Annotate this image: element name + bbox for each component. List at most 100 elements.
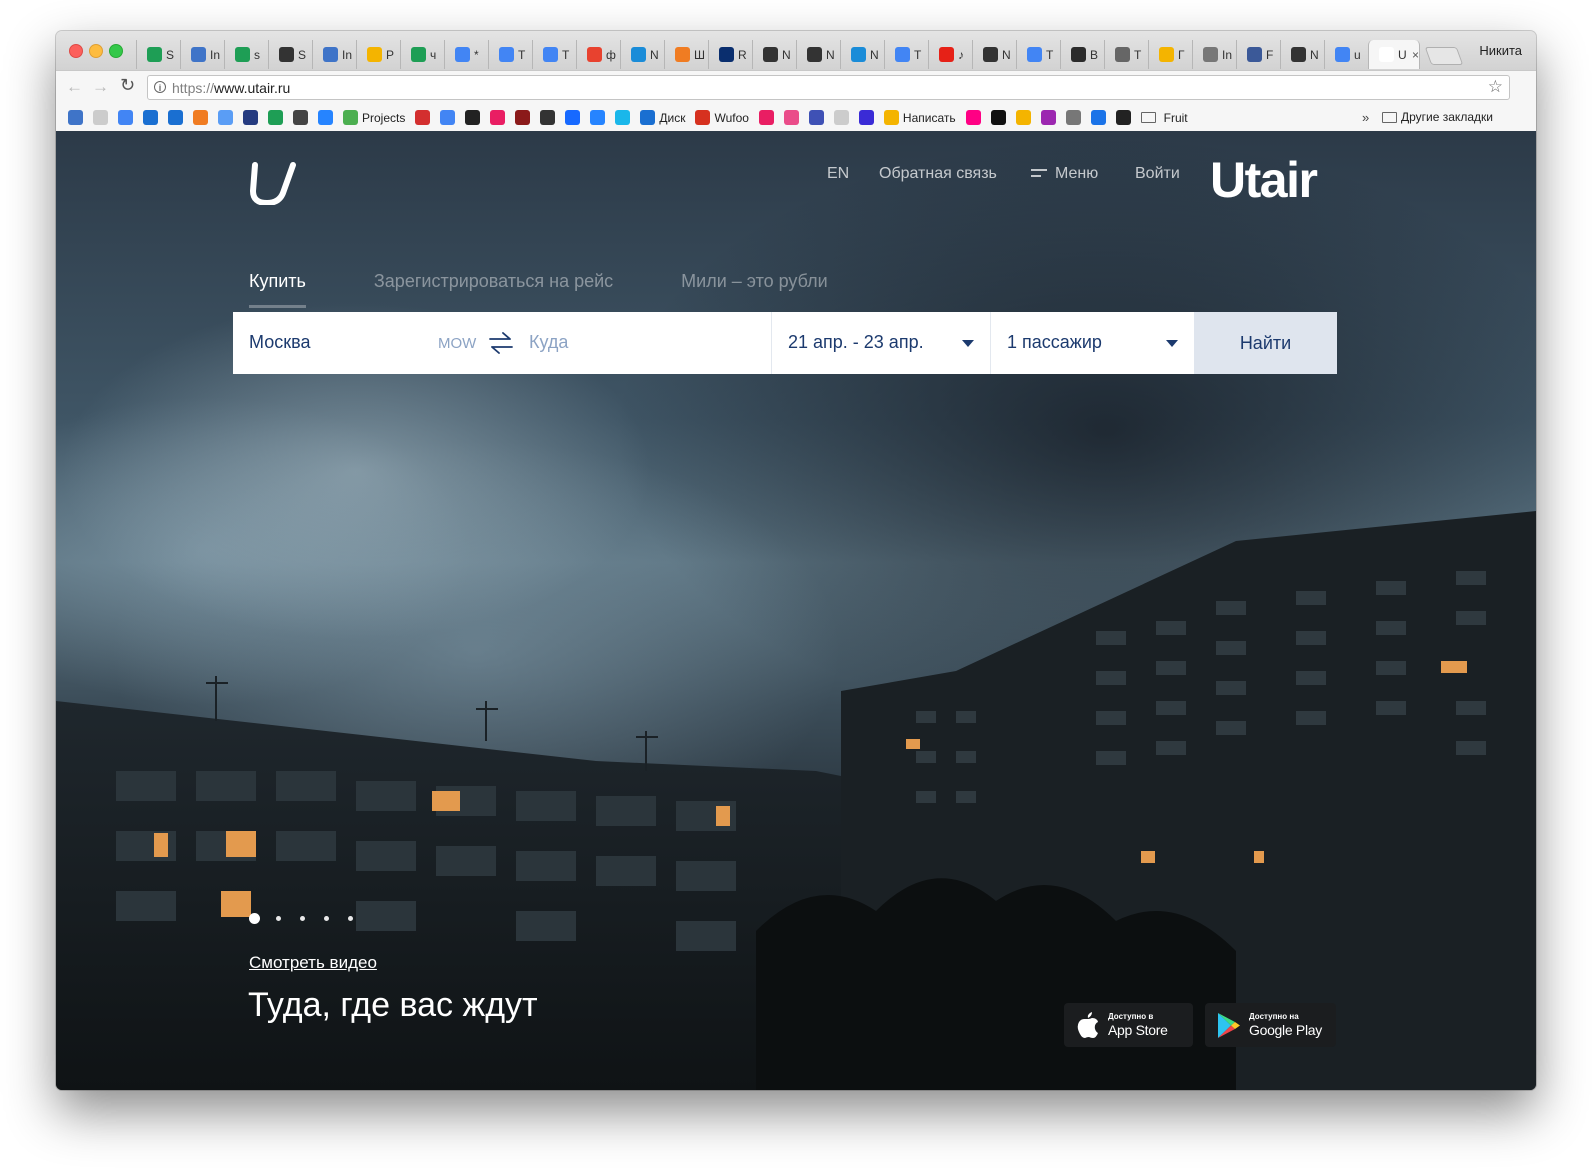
feedback-link[interactable]: Обратная связь (879, 165, 997, 183)
app-store-button[interactable]: Доступно в App Store (1064, 1003, 1193, 1047)
browser-tab[interactable]: In (180, 40, 224, 69)
browser-tab[interactable]: T (1016, 40, 1060, 69)
bookmarks-folder-other[interactable]: Другие закладки (1382, 110, 1493, 124)
browser-tab[interactable]: u (1324, 40, 1368, 69)
bookmark-item[interactable] (218, 110, 233, 125)
browser-tab[interactable]: N (620, 40, 664, 69)
browser-tab[interactable]: P (356, 40, 400, 69)
bookmark-item[interactable]: Диск (640, 110, 685, 125)
language-link[interactable]: EN (827, 165, 849, 183)
bookmark-item[interactable] (193, 110, 208, 125)
to-field[interactable]: Куда (487, 312, 771, 374)
bookmark-item[interactable] (1115, 110, 1131, 125)
bookmark-item[interactable]: Wufoo (695, 110, 749, 125)
bookmark-item[interactable]: Projects (343, 110, 405, 125)
login-link[interactable]: Войти (1135, 165, 1180, 183)
tab-buy[interactable]: Купить (249, 271, 306, 308)
browser-tab-active[interactable]: U × (1368, 40, 1420, 69)
bookmark-item[interactable] (465, 110, 481, 125)
browser-tab[interactable]: S (136, 40, 180, 69)
bookmark-item[interactable] (118, 110, 133, 125)
bookmark-item[interactable] (415, 110, 431, 125)
bookmark-item[interactable] (515, 110, 531, 125)
close-tab-icon[interactable]: × (1412, 48, 1419, 62)
browser-tab[interactable]: S (268, 40, 312, 69)
find-button[interactable]: Найти (1194, 312, 1337, 374)
bookmark-item[interactable] (540, 110, 556, 125)
bookmark-item[interactable] (440, 110, 456, 125)
bookmark-item[interactable] (615, 110, 631, 125)
close-window-button[interactable] (69, 44, 83, 58)
bookmark-item[interactable] (590, 110, 606, 125)
bookmark-item[interactable] (808, 110, 824, 125)
new-tab-button[interactable] (1424, 47, 1464, 65)
browser-tab[interactable]: N (752, 40, 796, 69)
forward-arrow-icon[interactable]: → (92, 77, 109, 97)
menu-button[interactable]: Меню (1031, 165, 1098, 183)
bookmark-item[interactable] (833, 110, 849, 125)
browser-tab[interactable]: R (708, 40, 752, 69)
dates-dropdown[interactable]: 21 апр. - 23 апр. (771, 312, 990, 374)
minimize-window-button[interactable] (89, 44, 103, 58)
bookmark-item[interactable] (243, 110, 258, 125)
bookmark-item[interactable] (965, 110, 981, 125)
browser-tab[interactable]: ♪ (928, 40, 972, 69)
browser-tab[interactable]: ф (576, 40, 620, 69)
browser-tab[interactable]: N (796, 40, 840, 69)
browser-tab[interactable]: * (444, 40, 488, 69)
tab-miles[interactable]: Мили – это рубли (681, 271, 828, 308)
bookmark-item[interactable] (1015, 110, 1031, 125)
slider-dot[interactable] (324, 916, 329, 921)
bookmark-item[interactable] (268, 110, 283, 125)
bookmark-item[interactable] (858, 110, 874, 125)
browser-tab[interactable]: B (1060, 40, 1104, 69)
browser-tab[interactable]: F (1236, 40, 1280, 69)
bookmark-item[interactable] (143, 110, 158, 125)
browser-tab[interactable]: s (224, 40, 268, 69)
bookmark-item[interactable] (1065, 110, 1081, 125)
browser-tab[interactable]: N (840, 40, 884, 69)
bookmarks-overflow-button[interactable]: » (1362, 110, 1369, 125)
bookmark-item[interactable] (783, 110, 799, 125)
browser-tab[interactable]: In (1192, 40, 1236, 69)
zoom-window-button[interactable] (109, 44, 123, 58)
browser-tab[interactable]: ч (400, 40, 444, 69)
browser-tab[interactable]: In (312, 40, 356, 69)
bookmark-item[interactable] (318, 110, 333, 125)
browser-tab[interactable]: Г (1148, 40, 1192, 69)
bookmark-item[interactable] (490, 110, 506, 125)
star-icon[interactable]: ☆ (1488, 77, 1503, 97)
browser-tab[interactable]: T (532, 40, 576, 69)
back-arrow-icon[interactable]: ← (66, 77, 83, 97)
slider-dot[interactable] (300, 916, 305, 921)
browser-tab[interactable]: N (972, 40, 1016, 69)
bookmark-item[interactable] (990, 110, 1006, 125)
browser-tab[interactable]: Ш (664, 40, 708, 69)
bookmark-item[interactable] (93, 110, 108, 125)
slider-dot[interactable] (276, 916, 281, 921)
profile-name[interactable]: Никита (1479, 43, 1522, 58)
slider-dot[interactable] (249, 913, 260, 924)
browser-tab[interactable]: T (488, 40, 532, 69)
url-text[interactable]: https://www.utair.ru (172, 80, 290, 96)
google-play-button[interactable]: Доступно на Google Play (1205, 1003, 1336, 1047)
info-icon[interactable]: i (154, 81, 166, 93)
bookmark-item[interactable] (293, 110, 308, 125)
address-bar[interactable]: i https://www.utair.ru ☆ (147, 75, 1510, 100)
from-field[interactable]: Москва MOW (233, 312, 513, 374)
browser-tab[interactable]: T (1104, 40, 1148, 69)
bookmark-item[interactable] (758, 110, 774, 125)
bookmark-item[interactable] (168, 110, 183, 125)
bookmark-item[interactable] (68, 110, 83, 125)
tab-checkin[interactable]: Зарегистрироваться на рейс (374, 271, 613, 308)
bookmark-item[interactable]: Написать (883, 110, 956, 125)
bookmark-item[interactable] (1040, 110, 1056, 125)
slider-dot[interactable] (348, 916, 353, 921)
watch-video-link[interactable]: Смотреть видео (249, 953, 377, 973)
bookmark-item[interactable] (1090, 110, 1106, 125)
passengers-dropdown[interactable]: 1 пассажир (990, 312, 1194, 374)
utair-logo-icon[interactable] (249, 159, 297, 205)
browser-tab[interactable]: T (884, 40, 928, 69)
bookmark-folder-fruit[interactable]: Fruit (1140, 111, 1188, 125)
reload-icon[interactable]: ↻ (120, 75, 135, 96)
